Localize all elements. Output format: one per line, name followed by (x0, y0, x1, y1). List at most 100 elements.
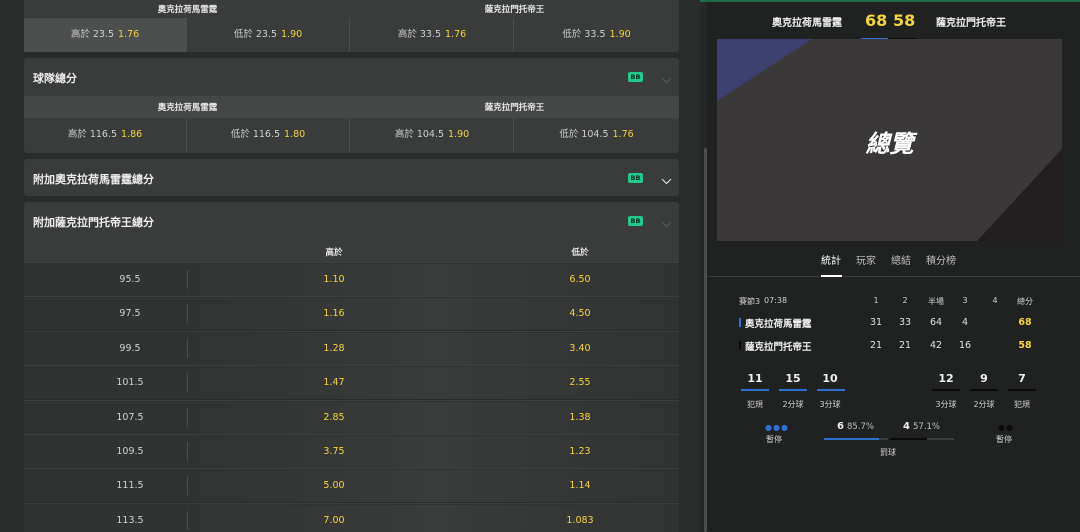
home-q1: 31 (869, 317, 883, 328)
away-fouls-bar (1008, 389, 1036, 391)
table-row: 95.5 1.10 6.50 (24, 262, 679, 296)
odds-button[interactable]: 高於 33.5 1.76 (351, 18, 514, 52)
row-divider (187, 270, 188, 289)
table-row: 97.5 1.16 4.50 (24, 296, 679, 331)
ft-bar-track-home (824, 438, 888, 440)
away-fouls: 7 (1018, 372, 1026, 385)
away-2pt: 9 (980, 372, 988, 385)
over-odds-button[interactable]: 3.75 (294, 446, 374, 457)
row-divider (187, 407, 188, 427)
tab-active-indicator (821, 275, 842, 277)
away-q3: 16 (958, 340, 972, 351)
under-odds-button[interactable]: 1.38 (540, 412, 620, 423)
game-clock: 07:38 (764, 296, 788, 305)
home-3pt-bar (817, 389, 845, 391)
markets-pane: 奧克拉荷馬雷霆 薩克拉門托帝王 高於 23.5 1.76 低於 23.5 1.90 … (0, 0, 700, 532)
away-2pt-bar (970, 389, 998, 391)
line-value: 107.5 (116, 411, 144, 423)
line-value: 101.5 (116, 377, 144, 389)
odds-button[interactable]: 低於 33.5 1.90 (515, 18, 678, 52)
odds-button[interactable]: 低於 104.5 1.76 (515, 118, 678, 152)
under-odds-button[interactable]: 3.40 (540, 343, 620, 354)
odds-value: 1.90 (609, 29, 631, 40)
home-q2: 33 (898, 317, 912, 328)
tab-divider (707, 276, 1080, 277)
odds-value: 1.76 (445, 29, 467, 40)
row-divider (187, 338, 188, 358)
ft-bar-track-away (890, 438, 954, 440)
odds-label: 高於 116.5 (67, 129, 118, 140)
bb-badge: BB (628, 173, 643, 183)
over-odds-button[interactable]: 5.00 (294, 480, 374, 491)
tab-players[interactable]: 玩家 (856, 252, 876, 267)
under-odds-button[interactable]: 1.23 (540, 446, 620, 457)
over-odds-button[interactable]: 2.85 (294, 412, 374, 423)
col-total: 總分 (1017, 297, 1033, 306)
home-color-marker (739, 318, 741, 327)
odds-value: 1.90 (448, 129, 470, 140)
line-value: 109.5 (116, 446, 144, 457)
market-title[interactable]: 附加薩克拉門托帝王總分 (33, 214, 154, 230)
table-row: 99.5 1.28 3.40 (24, 330, 679, 365)
under-odds-button[interactable]: 4.50 (540, 308, 620, 319)
home-2pt-bar (779, 389, 807, 391)
ft-label: 罰球 (880, 448, 896, 457)
away-timeout-dots: ●● (998, 423, 1014, 432)
away-3pt: 12 (938, 372, 954, 385)
over-odds-button[interactable]: 1.47 (294, 377, 374, 388)
away-color-marker (739, 341, 741, 350)
col-half: 半場 (928, 297, 944, 306)
col-q1: 1 (873, 296, 879, 305)
home-team-name: 奧克拉荷馬雷霆 (772, 18, 842, 29)
table-row: 107.5 2.85 1.38 (24, 399, 679, 434)
tab-summary[interactable]: 總結 (891, 252, 911, 267)
market-card-team-totals: 球隊總分 BB 奧克拉荷馬雷霆 薩克拉門托帝王 高於 116.5 1.86 低於 … (24, 58, 679, 153)
home-3pt: 10 (822, 372, 838, 385)
under-odds-button[interactable]: 6.50 (540, 274, 620, 285)
market-title[interactable]: 附加奧克拉荷馬雷霆總分 (33, 171, 154, 187)
chevron-up-icon[interactable] (661, 215, 672, 228)
over-odds-button[interactable]: 1.28 (294, 343, 374, 354)
odds-button[interactable]: 高於 23.5 1.76 (24, 18, 187, 52)
chevron-down-icon[interactable] (661, 172, 672, 185)
away-ft-made: 4 (903, 421, 910, 432)
overview-graphic: 總覽 (717, 39, 1062, 241)
tab-stats[interactable]: 統計 (821, 252, 841, 267)
away-fouls-label: 犯規 (1014, 400, 1030, 409)
row-divider (187, 373, 188, 393)
home-q3: 4 (961, 317, 969, 328)
odds-button[interactable]: 低於 23.5 1.90 (187, 18, 350, 52)
match-panel: 奧克拉荷馬雷霆 68 58 薩克拉門托帝王 總覽 統計 玩家 總結 積分榜 賽節… (707, 2, 1080, 532)
odds-button[interactable]: 低於 116.5 1.80 (187, 118, 350, 152)
home-timeout-dots: ●●● (765, 423, 789, 432)
home-2pt-label: 2分球 (782, 400, 804, 409)
row-divider (187, 304, 188, 324)
market-title[interactable]: 球隊總分 (33, 70, 77, 86)
away-score: 58 (893, 11, 916, 30)
bb-badge: BB (628, 72, 643, 82)
odds-button[interactable]: 高於 116.5 1.86 (24, 118, 187, 152)
over-odds-button[interactable]: 1.16 (294, 308, 374, 319)
odds-row: 高於 116.5 1.86 低於 116.5 1.80 高於 104.5 1.90 低… (24, 118, 679, 152)
over-odds-button[interactable]: 1.10 (294, 274, 374, 285)
overview-title: 總覽 (865, 130, 914, 158)
home-score: 68 (865, 11, 888, 30)
home-3pt-label: 3分球 (819, 400, 841, 409)
home-half: 64 (929, 317, 943, 328)
under-odds-button[interactable]: 2.55 (540, 377, 620, 388)
odds-button[interactable]: 高於 104.5 1.90 (351, 118, 514, 152)
col-under-header: 低於 (571, 248, 589, 258)
under-odds-button[interactable]: 1.083 (540, 515, 620, 526)
line-value: 113.5 (116, 514, 144, 526)
market-card-extra-home[interactable]: 附加奧克拉荷馬雷霆總分 BB (24, 159, 679, 196)
period-label: 賽節3 (739, 297, 761, 306)
col-q3: 3 (962, 296, 968, 305)
odds-label: 低於 104.5 (559, 129, 609, 140)
odds-label: 高於 23.5 (70, 29, 115, 40)
subheader-home: 奧克拉荷馬雷霆 (157, 103, 218, 113)
tab-standings[interactable]: 積分榜 (926, 252, 956, 267)
chevron-up-icon[interactable] (661, 71, 672, 84)
away-3pt-label: 3分球 (935, 400, 957, 409)
over-odds-button[interactable]: 7.00 (294, 515, 374, 526)
under-odds-button[interactable]: 1.14 (540, 480, 620, 491)
